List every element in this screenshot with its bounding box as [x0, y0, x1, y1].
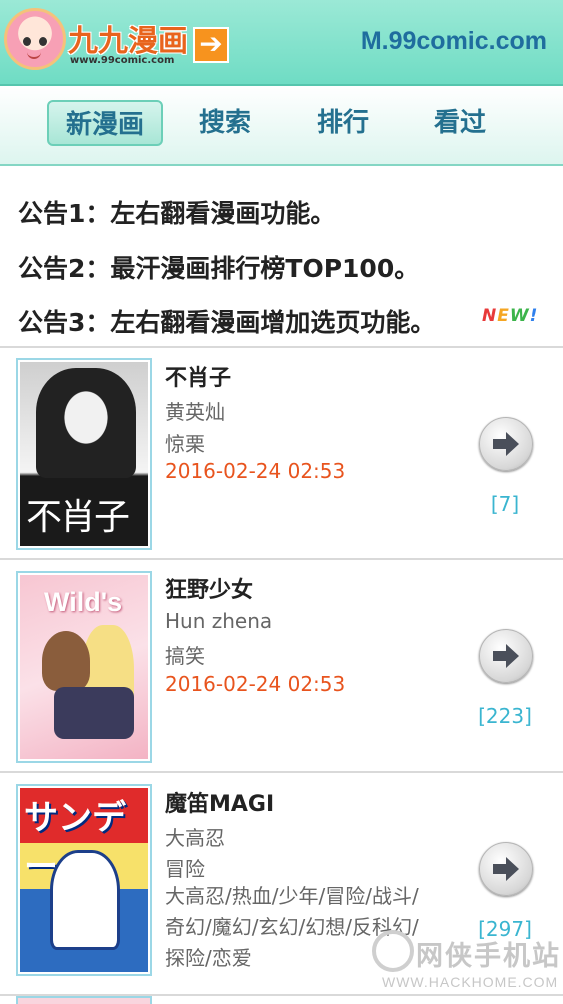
chapter-count: [7]	[490, 492, 520, 516]
logo-arrow-icon[interactable]: ➔	[193, 27, 229, 63]
watermark-logo-icon	[372, 930, 414, 972]
cover-image-magi[interactable]: サンデー	[16, 784, 152, 976]
notice-3[interactable]: 公告3：左右翻看漫画增加选页功能。	[18, 303, 435, 339]
watermark: 网侠手机站 WWW.HACKHOME.COM	[372, 926, 562, 996]
comic-list-item[interactable]: Wild's 狂野少女 Hun zhena 搞笑 2016-02-24 02:5…	[0, 560, 563, 772]
site-url[interactable]: M.99comic.com	[361, 27, 547, 56]
arrow-right-icon[interactable]	[479, 629, 533, 683]
comic-list-item[interactable]: 不肖子 不肖子 黄英灿 惊栗 2016-02-24 02:53 [7]	[0, 348, 563, 558]
comic-title[interactable]: 狂野少女	[165, 572, 253, 604]
tab-search[interactable]: 搜索	[180, 100, 270, 146]
comic-title[interactable]: 不肖子	[165, 360, 231, 392]
logo-mascot-icon[interactable]	[4, 8, 66, 70]
comic-genre: 冒险	[165, 857, 205, 881]
notice-1[interactable]: 公告1：左右翻看漫画功能。	[18, 194, 335, 230]
comic-author: 大高忍	[165, 826, 225, 850]
comic-updated: 2016-02-24 02:53	[165, 459, 346, 483]
cover-image-kuangye[interactable]: Wild's	[16, 571, 152, 763]
tab-new-comics[interactable]: 新漫画	[47, 100, 163, 146]
next-cover-peek	[16, 996, 152, 1004]
arrow-right-icon[interactable]	[479, 842, 533, 896]
tab-history[interactable]: 看过	[415, 100, 505, 146]
comic-title[interactable]: 魔笛MAGI	[165, 786, 274, 818]
notice-2[interactable]: 公告2：最汗漫画排行榜TOP100。	[18, 249, 419, 285]
logo-subtitle: www.99comic.com	[70, 55, 175, 66]
tab-ranking[interactable]: 排行	[298, 100, 388, 146]
comic-author: 黄英灿	[165, 400, 225, 424]
comic-author: Hun zhena	[165, 609, 273, 633]
comic-updated: 2016-02-24 02:53	[165, 672, 346, 696]
chapter-count: [223]	[478, 704, 532, 728]
logo-text[interactable]: 九九漫画	[68, 26, 188, 58]
comic-genre: 惊栗	[165, 432, 205, 456]
app-header: 九九漫画 www.99comic.com ➔ M.99comic.com	[0, 0, 563, 86]
cover-image-buxiaozi[interactable]: 不肖子	[16, 358, 152, 550]
arrow-right-icon[interactable]	[479, 417, 533, 471]
new-badge: NEW!	[482, 306, 539, 326]
comic-genre: 搞笑	[165, 644, 205, 668]
main-nav: 新漫画 搜索 排行 看过	[0, 86, 563, 166]
